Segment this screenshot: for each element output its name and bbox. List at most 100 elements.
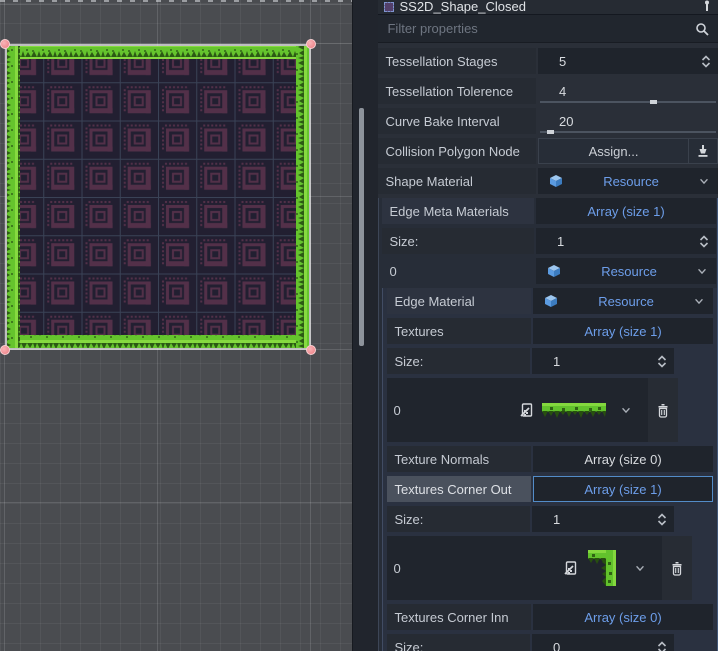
curve-bake-interval-slider[interactable]: 20 bbox=[538, 108, 718, 134]
updown-spinner-icon[interactable] bbox=[698, 234, 710, 249]
vertex-handle-bottom-left[interactable] bbox=[0, 345, 10, 355]
tessellation-stages-field[interactable]: 5 bbox=[538, 48, 718, 74]
property-label: Edge Material bbox=[387, 288, 531, 314]
slider-grabber[interactable] bbox=[547, 130, 554, 134]
grass-edge-texture-thumbnail[interactable] bbox=[542, 401, 606, 419]
array-item-index: 0 bbox=[387, 378, 519, 442]
shape-node[interactable] bbox=[5, 44, 311, 350]
corner-inn-size-field[interactable]: 0 bbox=[532, 634, 674, 651]
textures-corner-inn-array-button[interactable]: Array (size 0) bbox=[533, 604, 713, 630]
property-row: Tessellation Tolerence 4 bbox=[378, 78, 718, 104]
edge-material-resource[interactable]: Resource bbox=[533, 288, 713, 314]
resource-label: Resource bbox=[564, 174, 698, 189]
assign-node-button[interactable]: Assign... bbox=[538, 138, 689, 164]
array-size-label: Array (size 1) bbox=[587, 204, 664, 219]
field-value: 20 bbox=[538, 114, 718, 129]
chevron-down-icon[interactable] bbox=[620, 404, 632, 416]
chevron-down-icon[interactable] bbox=[634, 562, 646, 574]
shape-edge-bottom bbox=[7, 335, 309, 348]
edit-resource-icon[interactable] bbox=[563, 560, 578, 576]
viewport-scroll-gutter bbox=[352, 0, 379, 651]
property-row: Textures Array (size 1) bbox=[387, 318, 713, 344]
search-icon bbox=[695, 22, 709, 36]
edit-resource-icon[interactable] bbox=[519, 402, 534, 418]
property-row: Textures Corner Inn Array (size 0) bbox=[387, 604, 713, 630]
node-picker-icon bbox=[696, 144, 710, 158]
shape-material-resource[interactable]: Resource bbox=[538, 168, 718, 194]
texture-array-item: 0 bbox=[387, 378, 678, 442]
property-row: Curve Bake Interval 20 bbox=[378, 108, 718, 134]
resource-cube-icon bbox=[546, 263, 562, 279]
vertex-handle-bottom-right[interactable] bbox=[306, 345, 316, 355]
field-value: 1 bbox=[536, 234, 698, 249]
property-row: Tessellation Stages 5 bbox=[378, 48, 718, 74]
textures-array-button[interactable]: Array (size 1) bbox=[533, 318, 713, 344]
pick-node-button[interactable] bbox=[689, 138, 718, 164]
trash-icon bbox=[656, 403, 670, 418]
texture-array-item: 0 bbox=[387, 536, 692, 600]
delete-item-button[interactable] bbox=[662, 536, 692, 600]
corner-out-size-field[interactable]: 1 bbox=[532, 506, 674, 532]
property-row: Textures Corner Out Array (size 1) bbox=[387, 476, 713, 502]
field-value: 5 bbox=[538, 54, 700, 69]
property-label: Size: bbox=[382, 228, 534, 254]
filter-properties-input[interactable]: Filter properties bbox=[378, 15, 718, 43]
property-row: Shape Material Resource bbox=[378, 168, 718, 194]
viewport-2d[interactable] bbox=[0, 0, 352, 651]
vertex-handle-top-right[interactable] bbox=[306, 39, 316, 49]
property-label: Texture Normals bbox=[387, 446, 531, 472]
inspector-tools-icon[interactable] bbox=[702, 0, 712, 12]
assign-button-label: Assign... bbox=[589, 144, 639, 159]
edge-meta-materials-array-button[interactable]: Array (size 1) bbox=[536, 198, 716, 224]
property-label: Size: bbox=[387, 348, 530, 374]
godot-editor: SS2D_Shape_Closed Filter properties Tess… bbox=[0, 0, 718, 651]
ss2d-node-icon bbox=[384, 2, 394, 12]
chevron-down-icon[interactable] bbox=[698, 175, 710, 187]
tessellation-tolerence-slider[interactable]: 4 bbox=[538, 78, 718, 104]
shape-edge-top bbox=[7, 46, 309, 59]
trash-icon bbox=[670, 561, 684, 576]
resource-label: Resource bbox=[562, 264, 696, 279]
updown-spinner-icon[interactable] bbox=[656, 354, 668, 369]
chevron-down-icon[interactable] bbox=[696, 265, 708, 277]
property-label: Tessellation Tolerence bbox=[378, 78, 536, 104]
property-row: 0 Resource bbox=[382, 258, 716, 284]
property-row: Edge Material Resource bbox=[387, 288, 713, 314]
edge-meta-item-resource[interactable]: Resource bbox=[536, 258, 716, 284]
vertex-handle-top-left[interactable] bbox=[0, 39, 10, 49]
array-size-label: Array (size 0) bbox=[584, 610, 661, 625]
property-row: Texture Normals Array (size 0) bbox=[387, 446, 713, 472]
slider-track bbox=[540, 101, 716, 103]
field-value: 4 bbox=[538, 84, 718, 99]
property-label: Textures Corner Out bbox=[387, 476, 531, 502]
property-label: Size: bbox=[387, 506, 530, 532]
inspector-panel: SS2D_Shape_Closed Filter properties Tess… bbox=[378, 0, 718, 651]
textures-corner-out-array-button[interactable]: Array (size 1) bbox=[533, 476, 713, 502]
updown-spinner-icon[interactable] bbox=[656, 512, 668, 527]
filter-placeholder: Filter properties bbox=[387, 21, 689, 36]
array-size-label: Array (size 0) bbox=[584, 452, 661, 467]
field-value: 0 bbox=[532, 640, 656, 651]
property-row: Collision Polygon Node Assign... bbox=[378, 138, 718, 164]
updown-spinner-icon[interactable] bbox=[656, 640, 668, 651]
shape-fill-texture bbox=[11, 50, 305, 344]
texture-normals-array-button[interactable]: Array (size 0) bbox=[533, 446, 713, 472]
field-value: 1 bbox=[532, 354, 656, 369]
shape-edge-right bbox=[296, 46, 309, 348]
grass-corner-texture-thumbnail[interactable] bbox=[586, 548, 620, 588]
textures-size-field[interactable]: 1 bbox=[532, 348, 674, 374]
field-value: 1 bbox=[532, 512, 656, 527]
slider-grabber[interactable] bbox=[650, 100, 657, 104]
property-label: Tessellation Stages bbox=[378, 48, 536, 74]
chevron-down-icon[interactable] bbox=[693, 295, 705, 307]
property-row: Edge Meta Materials Array (size 1) bbox=[382, 198, 716, 224]
edge-material-section: Edge Material Resource bbox=[382, 288, 717, 651]
resource-label: Resource bbox=[559, 294, 693, 309]
updown-spinner-icon[interactable] bbox=[700, 54, 712, 69]
edge-meta-size-field[interactable]: 1 bbox=[536, 228, 716, 254]
property-list: Tessellation Stages 5 Tessellation Toler… bbox=[378, 43, 718, 651]
delete-item-button[interactable] bbox=[648, 378, 678, 442]
viewport-vertical-scrollbar[interactable] bbox=[359, 108, 364, 346]
property-label: Curve Bake Interval bbox=[378, 108, 536, 134]
ruler-ticks bbox=[0, 0, 352, 2]
